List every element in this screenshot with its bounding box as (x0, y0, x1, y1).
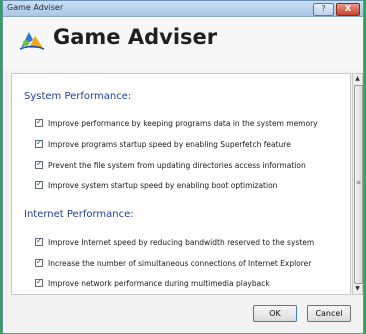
option-row[interactable]: Prevent the file system from updating di… (35, 159, 306, 171)
scrollbar-thumb[interactable]: ≡ (354, 85, 363, 284)
title-bar[interactable]: Game Adviser ? X (3, 1, 363, 17)
dialog-window: Game Adviser ? X Game Adviser System Per… (2, 0, 364, 334)
checkbox[interactable] (35, 159, 43, 169)
checkbox[interactable] (35, 179, 43, 189)
section-heading-system: System Performance: (24, 91, 132, 102)
dialog-buttons: OK Cancel (253, 305, 351, 322)
option-label: Improve network performance during multi… (48, 278, 270, 288)
scroll-up-arrow-icon[interactable]: ▲ (353, 74, 362, 84)
checkbox[interactable] (35, 277, 43, 287)
option-row[interactable]: Improve Internet speed by reducing bandw… (35, 236, 314, 248)
settings-panel: System Performance: Improve performance … (11, 73, 351, 295)
option-label: Prevent the file system from updating di… (48, 160, 306, 170)
option-row[interactable]: Improve programs startup speed by enabli… (35, 138, 291, 150)
game-adviser-logo-icon (19, 32, 45, 50)
scroll-down-arrow-icon[interactable]: ▼ (353, 284, 362, 294)
cancel-button[interactable]: Cancel (307, 305, 351, 322)
option-label: Improve performance by keeping programs … (48, 118, 318, 128)
option-row[interactable]: Improve performance by keeping programs … (35, 117, 318, 129)
title-buttons: ? X (313, 3, 360, 16)
section-heading-internet: Internet Performance: (24, 209, 134, 220)
option-label: Increase the number of simultaneous conn… (48, 258, 312, 268)
option-label: Improve system startup speed by enabling… (48, 180, 278, 190)
option-row[interactable]: Improve system startup speed by enabling… (35, 179, 277, 191)
help-button[interactable]: ? (313, 3, 334, 16)
grip-icon: ≡ (356, 179, 362, 186)
option-label: Improve programs startup speed by enabli… (48, 139, 291, 149)
option-label: Improve Internet speed by reducing bandw… (48, 237, 315, 247)
vertical-scrollbar[interactable]: ▲ ≡ ▼ (352, 73, 363, 295)
option-row[interactable]: Improve network performance during multi… (35, 277, 270, 289)
window-title: Game Adviser (7, 3, 64, 12)
app-title: Game Adviser (53, 25, 218, 49)
checkbox[interactable] (35, 138, 43, 148)
checkbox[interactable] (35, 236, 43, 246)
ok-button[interactable]: OK (253, 305, 297, 322)
close-button[interactable]: X (336, 3, 360, 16)
checkbox[interactable] (35, 117, 43, 127)
option-row[interactable]: Increase the number of simultaneous conn… (35, 257, 311, 269)
checkbox[interactable] (35, 257, 43, 267)
